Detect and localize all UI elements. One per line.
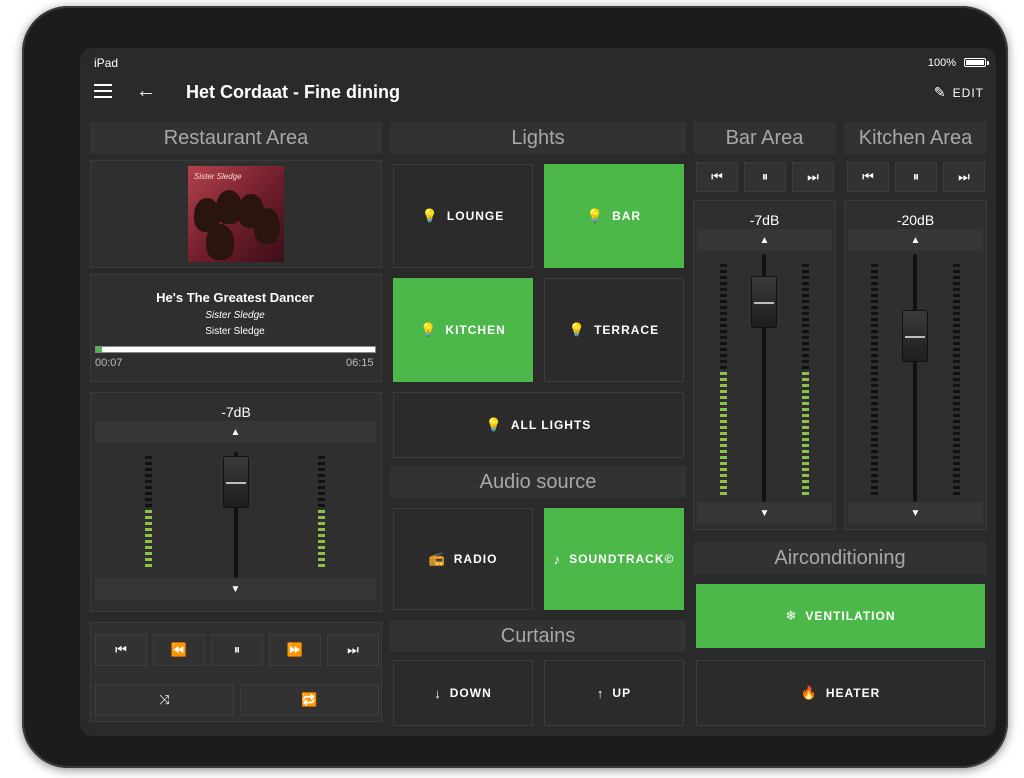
- app-bar: ← Het Cordaat - Fine dining ✎ EDIT: [80, 74, 996, 114]
- album-cover: Sister Sledge: [188, 166, 284, 262]
- track-progress-bar[interactable]: [95, 346, 376, 353]
- restaurant-volume-up-button[interactable]: ▲: [95, 421, 376, 443]
- kitchen-volume-slider[interactable]: [902, 310, 928, 362]
- snowflake-icon: ❄: [785, 608, 798, 623]
- audio-source-title: Audio source: [390, 466, 686, 498]
- source-radio-button[interactable]: 📻 RADIO: [393, 508, 533, 610]
- lights-title: Lights: [390, 122, 686, 154]
- track-progress-fill: [96, 347, 102, 352]
- page-title: Het Cordaat - Fine dining: [186, 82, 400, 102]
- curtains-down-label: DOWN: [449, 686, 492, 700]
- curtains-title: Curtains: [390, 620, 686, 652]
- pause-button[interactable]: ⏸: [211, 634, 263, 666]
- kitchen-pause-button[interactable]: ⏸: [895, 162, 937, 192]
- all-lights-label: ALL LIGHTS: [510, 418, 592, 432]
- pencil-icon: ✎: [933, 84, 947, 100]
- light-lounge-button[interactable]: 💡 LOUNGE: [393, 164, 533, 268]
- ventilation-button[interactable]: ❄ VENTILATION: [696, 584, 985, 648]
- kitchen-next-button[interactable]: ⏭: [943, 162, 985, 192]
- kitchen-volume-down-button[interactable]: ▼: [848, 502, 983, 524]
- repeat-button[interactable]: 🔁: [240, 684, 379, 716]
- kitchen-previous-button[interactable]: ⏮: [847, 162, 889, 192]
- light-kitchen-label: KITCHEN: [445, 323, 506, 337]
- kitchen-level-meter-right: [953, 264, 960, 498]
- bar-volume-slider[interactable]: [751, 276, 777, 328]
- app-screen: iPad 100% ← Het Cordaat - Fine dining ✎ E…: [80, 48, 996, 736]
- light-bar-label: BAR: [612, 209, 642, 223]
- track-artist: Sister Sledge: [205, 326, 265, 337]
- curtains-up-button[interactable]: ↑ UP: [544, 660, 684, 726]
- radio-icon: 📻: [428, 551, 446, 566]
- shuffle-icon: ⤨: [159, 692, 170, 707]
- light-kitchen-button[interactable]: 💡 KITCHEN: [393, 278, 533, 382]
- lightbulb-icon: 💡: [420, 322, 438, 337]
- bar-volume-up-button[interactable]: ▲: [697, 229, 832, 251]
- bar-level-meter-left: [720, 264, 727, 498]
- airconditioning-title: Airconditioning: [693, 542, 987, 574]
- arrow-down-icon: ↓: [434, 685, 442, 701]
- source-radio-label: RADIO: [453, 552, 498, 566]
- all-lights-button[interactable]: 💡 ALL LIGHTS: [393, 392, 684, 458]
- light-lounge-label: LOUNGE: [446, 209, 505, 223]
- light-terrace-label: TERRACE: [594, 323, 660, 337]
- restaurant-area-title: Restaurant Area: [90, 122, 382, 154]
- track-album: Sister Sledge: [205, 310, 265, 321]
- bar-previous-button[interactable]: ⏮: [696, 162, 738, 192]
- skip-previous-button[interactable]: ⏮: [95, 634, 147, 666]
- back-arrow-icon[interactable]: ←: [136, 80, 156, 103]
- bar-volume-readout: -7dB: [749, 212, 780, 228]
- heater-button[interactable]: 🔥 HEATER: [696, 660, 985, 726]
- light-terrace-button[interactable]: 💡 TERRACE: [544, 278, 684, 382]
- menu-icon[interactable]: [94, 84, 112, 98]
- lightbulb-icon: 💡: [485, 417, 503, 432]
- kitchen-volume-readout: -20dB: [896, 212, 935, 228]
- lightbulb-icon: 💡: [568, 322, 587, 337]
- kitchen-area-title: Kitchen Area: [844, 122, 987, 154]
- restaurant-volume-slider[interactable]: [223, 456, 249, 508]
- skip-next-button[interactable]: ⏭: [327, 634, 379, 666]
- bar-pause-button[interactable]: ⏸: [744, 162, 786, 192]
- track-title: He's The Greatest Dancer: [156, 290, 314, 305]
- edit-label: EDIT: [952, 86, 984, 100]
- album-cover-caption: Sister Sledge: [194, 172, 242, 181]
- restaurant-volume-readout: -7dB: [221, 404, 251, 420]
- restaurant-volume-down-button[interactable]: ▼: [95, 578, 376, 600]
- kitchen-volume-track: [913, 254, 917, 502]
- shuffle-button[interactable]: ⤨: [95, 684, 234, 716]
- restaurant-level-meter-right: [318, 456, 325, 570]
- bar-area-title: Bar Area: [693, 122, 836, 154]
- lightbulb-icon: 💡: [421, 208, 439, 223]
- fast-forward-button[interactable]: ⏩: [269, 634, 321, 666]
- bar-level-meter-right: [802, 264, 809, 498]
- edit-button[interactable]: ✎ EDIT: [934, 84, 984, 101]
- curtains-down-button[interactable]: ↓ DOWN: [393, 660, 533, 726]
- ventilation-label: VENTILATION: [805, 609, 896, 623]
- music-note-icon: ♪: [553, 551, 562, 567]
- device-name: iPad: [94, 56, 119, 70]
- flame-icon: 🔥: [800, 685, 818, 700]
- status-bar: iPad 100%: [80, 48, 996, 74]
- rewind-button[interactable]: ⏪: [153, 634, 205, 666]
- battery-percentage: 100%: [927, 57, 956, 69]
- kitchen-volume-up-button[interactable]: ▲: [848, 229, 983, 251]
- elapsed-time: 00:07: [95, 357, 123, 369]
- kitchen-level-meter-left: [871, 264, 878, 498]
- lightbulb-icon: 💡: [586, 208, 605, 223]
- heater-label: HEATER: [825, 686, 881, 700]
- source-soundtrack-button[interactable]: ♪ SOUNDTRACK©: [544, 508, 684, 610]
- tablet-frame: iPad 100% ← Het Cordaat - Fine dining ✎ E…: [22, 6, 1008, 768]
- battery-icon: [964, 58, 989, 67]
- curtains-up-label: UP: [612, 686, 632, 700]
- track-duration: 06:15: [346, 357, 374, 369]
- repeat-icon: 🔁: [301, 692, 318, 707]
- source-soundtrack-label: SOUNDTRACK©: [569, 552, 675, 566]
- light-bar-button[interactable]: 💡 BAR: [544, 164, 684, 268]
- restaurant-level-meter-left: [145, 456, 152, 570]
- bar-volume-down-button[interactable]: ▼: [697, 502, 832, 524]
- arrow-up-icon: ↑: [596, 685, 605, 701]
- bar-next-button[interactable]: ⏭: [792, 162, 834, 192]
